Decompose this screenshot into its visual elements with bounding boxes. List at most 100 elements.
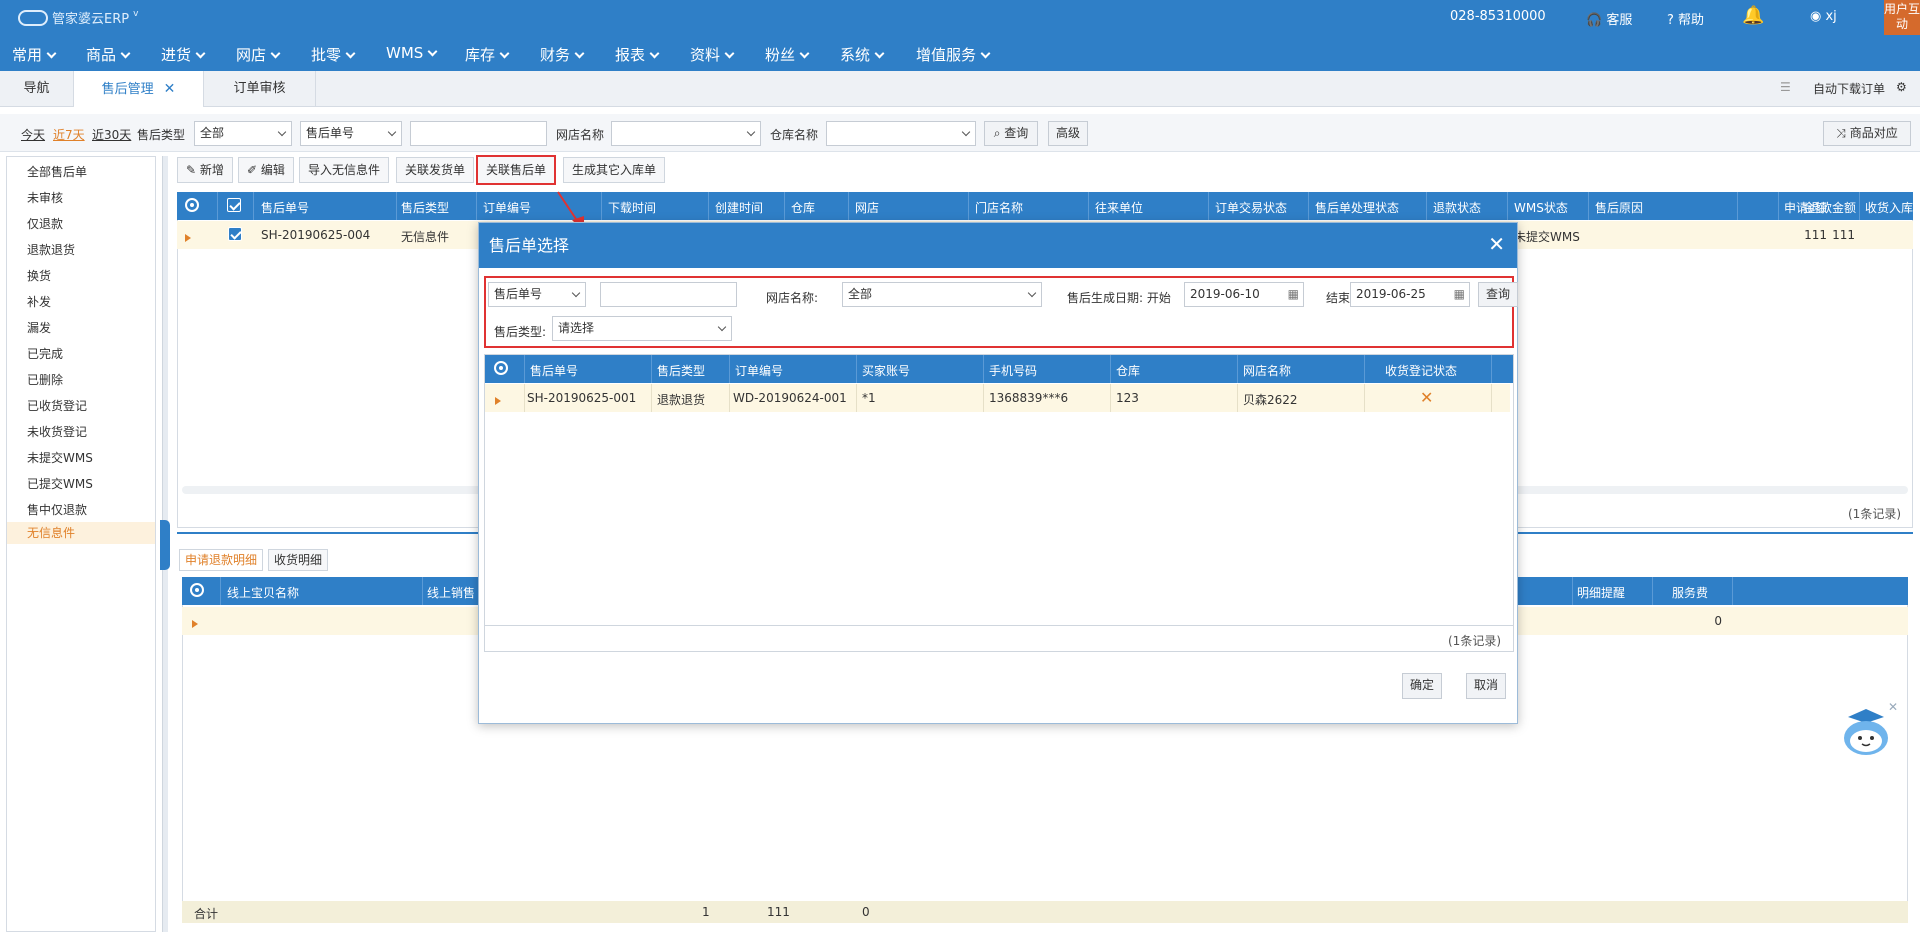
import-no-info-button[interactable]: 导入无信息件 — [299, 157, 390, 183]
menu-reports[interactable]: 报表 — [615, 44, 660, 65]
menu-product[interactable]: 商品 — [86, 44, 131, 65]
col-process-status[interactable]: 售后单处理状态 — [1315, 199, 1399, 216]
left-item-resend[interactable]: 补发 — [27, 293, 51, 310]
confirm-button[interactable]: 确定 — [1402, 673, 1442, 699]
col-refund-status[interactable]: 退款状态 — [1433, 199, 1481, 216]
dialog-query-button[interactable]: 查询 — [1478, 282, 1518, 307]
search-input[interactable] — [410, 121, 547, 146]
left-item-wms-submitted[interactable]: 已提交WMS — [27, 475, 93, 492]
left-item-in-sale-refund[interactable]: 售中仅退款 — [27, 501, 87, 518]
left-item-refund-only[interactable]: 仅退款 — [27, 215, 63, 232]
menu-wms[interactable]: WMS — [386, 44, 438, 62]
dialog-type-select[interactable]: 请选择 — [552, 316, 732, 341]
select-all-checkbox[interactable] — [227, 198, 241, 215]
filter-last30[interactable]: 近30天 — [92, 126, 131, 143]
dialog-shop-select[interactable]: 全部 — [842, 282, 1042, 307]
tab-refund-detail[interactable]: 申请退款明细 — [179, 549, 264, 571]
service-link[interactable]: 🎧 客服 — [1586, 9, 1632, 28]
calendar-icon[interactable]: ▦ — [1288, 283, 1299, 306]
left-item-missing[interactable]: 漏发 — [27, 319, 51, 336]
left-item-completed[interactable]: 已完成 — [27, 345, 63, 362]
col-service-fee[interactable]: 服务费 — [1672, 584, 1708, 601]
edit-button[interactable]: ✐ 编辑 — [238, 157, 294, 183]
left-item-all[interactable]: 全部售后单 — [27, 163, 87, 180]
menu-finance[interactable]: 财务 — [540, 44, 585, 65]
col-online-item-name[interactable]: 线上宝贝名称 — [227, 584, 299, 601]
dcol-phone[interactable]: 手机号码 — [989, 362, 1037, 379]
left-item-not-received[interactable]: 未收货登记 — [27, 423, 87, 440]
bell-icon[interactable]: 🔔 — [1742, 5, 1764, 26]
col-detail-remind[interactable]: 明细提醒 — [1577, 584, 1625, 601]
row-checkbox[interactable] — [228, 227, 242, 244]
menu-fans[interactable]: 粉丝 — [765, 44, 810, 65]
col-warehouse[interactable]: 仓库 — [791, 199, 815, 216]
dialog-start-date[interactable]: 2019-06-10 ▦ — [1184, 282, 1304, 307]
col-aftersale-type[interactable]: 售后类型 — [401, 199, 449, 216]
menu-eshop[interactable]: 网店 — [236, 44, 281, 65]
tab-receive-detail[interactable]: 收货明细 — [268, 549, 329, 571]
col-shop[interactable]: 网店 — [855, 199, 879, 216]
dcol-order-no[interactable]: 订单编号 — [735, 362, 783, 379]
menu-common[interactable]: 常用 — [12, 44, 57, 65]
tab-nav[interactable]: 导航 — [0, 71, 74, 107]
dcol-buyer-account[interactable]: 买家账号 — [862, 362, 910, 379]
close-icon[interactable]: ✕ — [1888, 700, 1898, 714]
detail-settings-gear-icon[interactable] — [190, 583, 204, 600]
tab-order-review[interactable]: 订单审核 — [204, 71, 316, 107]
col-online-sale[interactable]: 线上销售 — [427, 584, 475, 601]
col-wms-status[interactable]: WMS状态 — [1514, 199, 1568, 216]
menu-inventory[interactable]: 库存 — [465, 44, 510, 65]
left-item-exchange[interactable]: 换货 — [27, 267, 51, 284]
tab-after-sale[interactable]: 售后管理 ✕ — [74, 71, 204, 107]
menu-value-added[interactable]: 增值服务 — [916, 44, 991, 65]
left-item-unreviewed[interactable]: 未审核 — [27, 189, 63, 206]
user-interaction-badge[interactable]: 用户互动 — [1884, 0, 1920, 35]
filter-last7[interactable]: 近7天 — [53, 126, 85, 143]
user-menu[interactable]: ◉ xj — [1810, 9, 1837, 24]
shop-name-select[interactable] — [611, 121, 761, 146]
close-icon[interactable]: ✕ — [164, 81, 176, 97]
aftersale-type-select[interactable]: 全部 — [194, 121, 292, 146]
auto-download-orders[interactable]: 自动下载订单 — [1813, 80, 1885, 97]
col-refund-amount[interactable]: 申请退款金额 — [1784, 199, 1856, 216]
dcol-receive-status[interactable]: 收货登记状态 — [1385, 362, 1457, 379]
dcol-aftersale-no[interactable]: 售后单号 — [530, 362, 578, 379]
cancel-button[interactable]: 取消 — [1466, 673, 1506, 699]
helper-mascot-icon[interactable] — [1838, 705, 1894, 765]
left-item-received[interactable]: 已收货登记 — [27, 397, 87, 414]
add-button[interactable]: ✎ 新增 — [177, 157, 233, 183]
left-item-no-info[interactable]: 无信息件 — [7, 522, 155, 544]
collapse-handle[interactable] — [160, 520, 170, 570]
app-logo[interactable]: 管家婆云ERP v — [18, 8, 138, 27]
filter-today[interactable]: 今天 — [21, 126, 45, 143]
table-row[interactable]: SH-20190625-001 退款退货 WD-20190624-001 *1 … — [485, 384, 1510, 412]
link-aftersale-button[interactable]: 关联售后单 — [476, 155, 557, 185]
dcol-shop-name[interactable]: 网店名称 — [1243, 362, 1291, 379]
col-create-time[interactable]: 创建时间 — [715, 199, 763, 216]
col-aftersale-reason[interactable]: 售后原因 — [1595, 199, 1643, 216]
col-order-no[interactable]: 订单编号 — [483, 199, 531, 216]
col-trade-status[interactable]: 订单交易状态 — [1215, 199, 1287, 216]
left-item-wms-unsubmitted[interactable]: 未提交WMS — [27, 449, 93, 466]
dialog-grid-gear-icon[interactable] — [494, 361, 508, 378]
menu-data[interactable]: 资料 — [690, 44, 735, 65]
dialog-end-date[interactable]: 2019-06-25 ▦ — [1350, 282, 1470, 307]
menu-system[interactable]: 系统 — [840, 44, 885, 65]
settings-gear-icon[interactable]: ⚙ — [1896, 80, 1907, 94]
close-icon[interactable]: ✕ — [1488, 232, 1505, 256]
dcol-aftersale-type[interactable]: 售后类型 — [657, 362, 705, 379]
col-download-time[interactable]: 下载时间 — [608, 199, 656, 216]
menu-wholesale[interactable]: 批零 — [311, 44, 356, 65]
dialog-search-input[interactable] — [600, 282, 737, 307]
advanced-button[interactable]: 高级 — [1048, 121, 1088, 146]
left-item-refund-return[interactable]: 退款退货 — [27, 241, 75, 258]
calendar-icon[interactable]: ▦ — [1454, 283, 1465, 306]
warehouse-select[interactable] — [826, 121, 976, 146]
dialog-field-select[interactable]: 售后单号 — [488, 282, 586, 307]
col-partner[interactable]: 往来单位 — [1095, 199, 1143, 216]
list-icon[interactable]: ☰ — [1780, 80, 1791, 94]
left-item-deleted[interactable]: 已删除 — [27, 371, 63, 388]
col-receive-inbound[interactable]: 收货入库 — [1865, 199, 1913, 216]
dcol-warehouse[interactable]: 仓库 — [1116, 362, 1140, 379]
grid-settings-gear-icon[interactable] — [185, 198, 199, 215]
